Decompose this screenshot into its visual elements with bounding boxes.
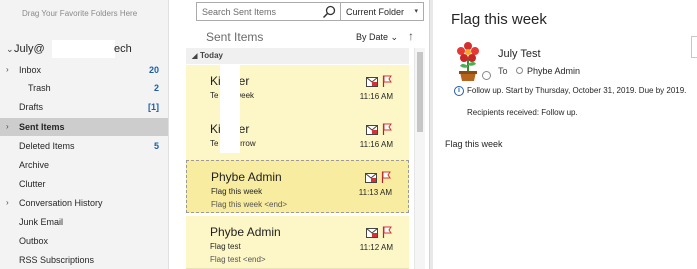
sort-direction-icon[interactable]: ↑ [408, 29, 414, 43]
message-preview: Flag this week <end> [211, 200, 288, 209]
search-scope-value: Current Folder [346, 7, 405, 17]
folder-label: Inbox [19, 65, 42, 75]
folder-outbox[interactable]: Outbox [0, 232, 168, 250]
draft-count: [1] [148, 102, 159, 112]
redaction-block [220, 113, 240, 153]
folder-label: Drafts [19, 102, 44, 112]
message-list-pane: Search Sent Items Current Folder ▾ Sent … [170, 0, 428, 269]
folder-pane: Drag Your Favorite Folders Here ⌄July@ e… [0, 0, 169, 269]
flag-icon[interactable] [382, 123, 392, 135]
unread-count: 2 [153, 83, 159, 93]
presence-indicator [482, 71, 491, 80]
envelope-sent-icon [366, 228, 378, 238]
recipient-name[interactable]: Phybe Admin [527, 66, 580, 76]
flag-icon[interactable] [382, 226, 392, 238]
message-sender: Phybe Admin [211, 170, 282, 184]
message-sender: Phybe Admin [210, 225, 281, 239]
follow-up-infobar: Follow up. Start by Thursday, October 31… [467, 86, 687, 95]
chevron-right-icon[interactable]: › [6, 118, 16, 136]
message-subject: Flag this week [211, 187, 263, 196]
folder-label: Junk Email [19, 217, 64, 227]
message-time: 11:13 AM [358, 188, 392, 197]
account-name-suffix: ech [114, 43, 132, 55]
chevron-right-icon[interactable]: › [6, 61, 16, 79]
folder-label: Conversation History [19, 198, 103, 208]
folder-junk-email[interactable]: Junk Email [0, 213, 168, 231]
search-scope-dropdown[interactable]: Current Folder ▾ [341, 2, 424, 21]
account-name-prefix: July@ [14, 43, 45, 55]
flower-avatar-icon[interactable] [454, 42, 482, 82]
folder-label: Outbox [19, 236, 49, 246]
pane-divider[interactable] [429, 0, 433, 269]
reading-pane-subject: Flag this week [451, 11, 547, 28]
message-time: 11:12 AM [359, 243, 393, 252]
reading-pane: Flag this week July Test To Phybe Admin … [434, 0, 697, 269]
redaction-block [220, 65, 240, 118]
message-item[interactable]: Ki User Te this week 11:16 AM [186, 65, 409, 118]
chevron-right-icon[interactable]: › [6, 194, 16, 212]
folder-rss-subscriptions[interactable]: RSS Subscriptions [0, 251, 168, 269]
group-header-today[interactable]: ◢ Today [186, 48, 409, 64]
group-label: Today [200, 51, 223, 60]
chevron-down-icon[interactable]: ⌄ [6, 40, 14, 58]
message-subject: Flag test [210, 242, 241, 251]
redaction-block [52, 40, 115, 58]
sort-by-button[interactable]: By Date ⌄ [356, 32, 398, 43]
folder-label: Deleted Items [19, 141, 75, 151]
folder-deleted-items[interactable]: Deleted Items 5 [0, 137, 168, 155]
folder-label: Trash [28, 83, 51, 93]
list-title: Sent Items [206, 30, 264, 44]
message-preview: Flag test <end> [210, 255, 266, 264]
message-list-scrollbar[interactable] [414, 48, 425, 269]
flag-icon[interactable] [381, 171, 391, 183]
message-item-selected[interactable]: Phybe Admin Flag this week Flag this wee… [186, 160, 409, 213]
envelope-sent-icon [366, 125, 378, 135]
folder-archive[interactable]: Archive [0, 156, 168, 174]
folder-label: Archive [19, 160, 50, 170]
folder-trash[interactable]: Trash 2 [0, 79, 168, 97]
message-item[interactable]: Phybe Admin Flag test Flag test <end> 11… [186, 216, 409, 269]
message-item[interactable]: Ki User Te Tomorrow 11:16 AM [186, 113, 409, 166]
message-time: 11:16 AM [359, 140, 393, 149]
folder-conversation-history[interactable]: › Conversation History [0, 194, 168, 212]
search-placeholder: Search Sent Items [202, 7, 277, 17]
to-label: To [498, 66, 508, 76]
message-body: Flag this week [445, 139, 503, 149]
folder-label: RSS Subscriptions [19, 255, 95, 265]
folder-inbox[interactable]: › Inbox 20 [0, 61, 168, 79]
list-header: Sent Items By Date ⌄ ↑ [186, 28, 428, 48]
search-input[interactable]: Search Sent Items [196, 2, 341, 21]
header-action-edge[interactable] [691, 36, 697, 58]
sender-name[interactable]: July Test [498, 48, 541, 60]
message-time: 11:16 AM [359, 92, 393, 101]
search-icon[interactable] [321, 4, 337, 20]
unread-count: 20 [148, 65, 159, 75]
folder-clutter[interactable]: Clutter [0, 175, 168, 193]
envelope-sent-icon [365, 173, 377, 183]
unread-count: 5 [153, 141, 159, 151]
dropdown-arrow-icon: ▾ [414, 8, 418, 15]
recipient-presence-icon [516, 67, 523, 74]
envelope-sent-icon [366, 77, 378, 87]
folder-drafts[interactable]: Drafts [1] [0, 98, 168, 116]
recipients-infobar: Recipients received: Follow up. [467, 108, 578, 117]
chevron-down-icon[interactable]: ◢ [186, 49, 200, 65]
folder-sent-items[interactable]: › Sent Items [0, 118, 168, 136]
folder-label: Sent Items [19, 122, 65, 132]
info-icon: i [454, 86, 464, 96]
account-folder[interactable]: ⌄July@ ech [0, 40, 168, 58]
scrollbar-thumb[interactable] [417, 52, 423, 132]
folder-label: Clutter [19, 179, 46, 189]
favorites-hint: Drag Your Favorite Folders Here [22, 9, 138, 18]
flag-icon[interactable] [382, 75, 392, 87]
